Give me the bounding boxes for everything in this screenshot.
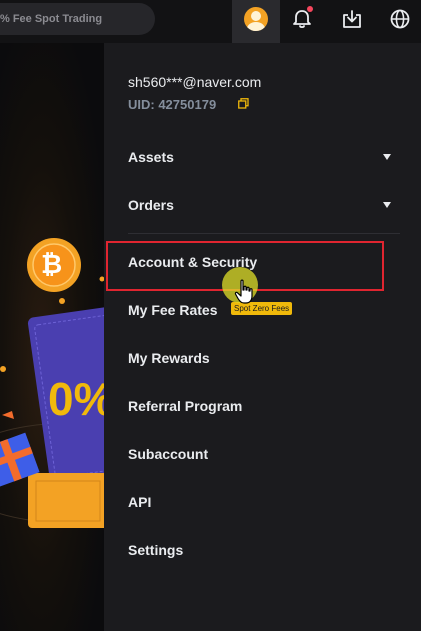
menu-item-fee-rates[interactable]: My Fee Rates: [128, 300, 217, 320]
user-uid: UID: 42750179: [128, 97, 217, 112]
menu-item-orders[interactable]: Orders: [128, 195, 174, 215]
top-bar: % Fee Spot Trading: [0, 0, 421, 43]
download-icon[interactable]: [341, 8, 363, 30]
avatar: [244, 7, 268, 31]
menu-divider: [128, 233, 400, 234]
menu-item-assets[interactable]: Assets: [128, 147, 174, 167]
page: 0% ₿ % Fee Spot Trading: [0, 0, 421, 631]
hand-cursor-icon: [234, 279, 253, 304]
user-menu-button[interactable]: [232, 0, 280, 43]
search-bar[interactable]: % Fee Spot Trading: [0, 3, 155, 35]
orders-chevron-down-icon[interactable]: [383, 202, 391, 208]
copy-icon[interactable]: [238, 98, 249, 109]
promo-illustration: 0%: [0, 238, 104, 528]
menu-item-subaccount[interactable]: Subaccount: [128, 444, 208, 464]
menu-item-referral[interactable]: Referral Program: [128, 396, 242, 416]
menu-item-api[interactable]: API: [128, 492, 151, 512]
notification-dot: [307, 6, 313, 12]
assets-chevron-down-icon[interactable]: [383, 154, 391, 160]
menu-item-rewards[interactable]: My Rewards: [128, 348, 210, 368]
promo-banner[interactable]: 0% ₿: [0, 43, 104, 631]
globe-icon[interactable]: [389, 8, 411, 30]
promo-percent: 0%: [48, 373, 104, 425]
uid-row: UID: 42750179: [128, 96, 249, 112]
user-email: sh560***@naver.com: [128, 74, 262, 90]
account-dropdown-menu: sh560***@naver.com UID: 42750179 Assets …: [104, 43, 421, 631]
menu-item-settings[interactable]: Settings: [128, 540, 183, 560]
bitcoin-symbol: ₿: [41, 250, 63, 280]
